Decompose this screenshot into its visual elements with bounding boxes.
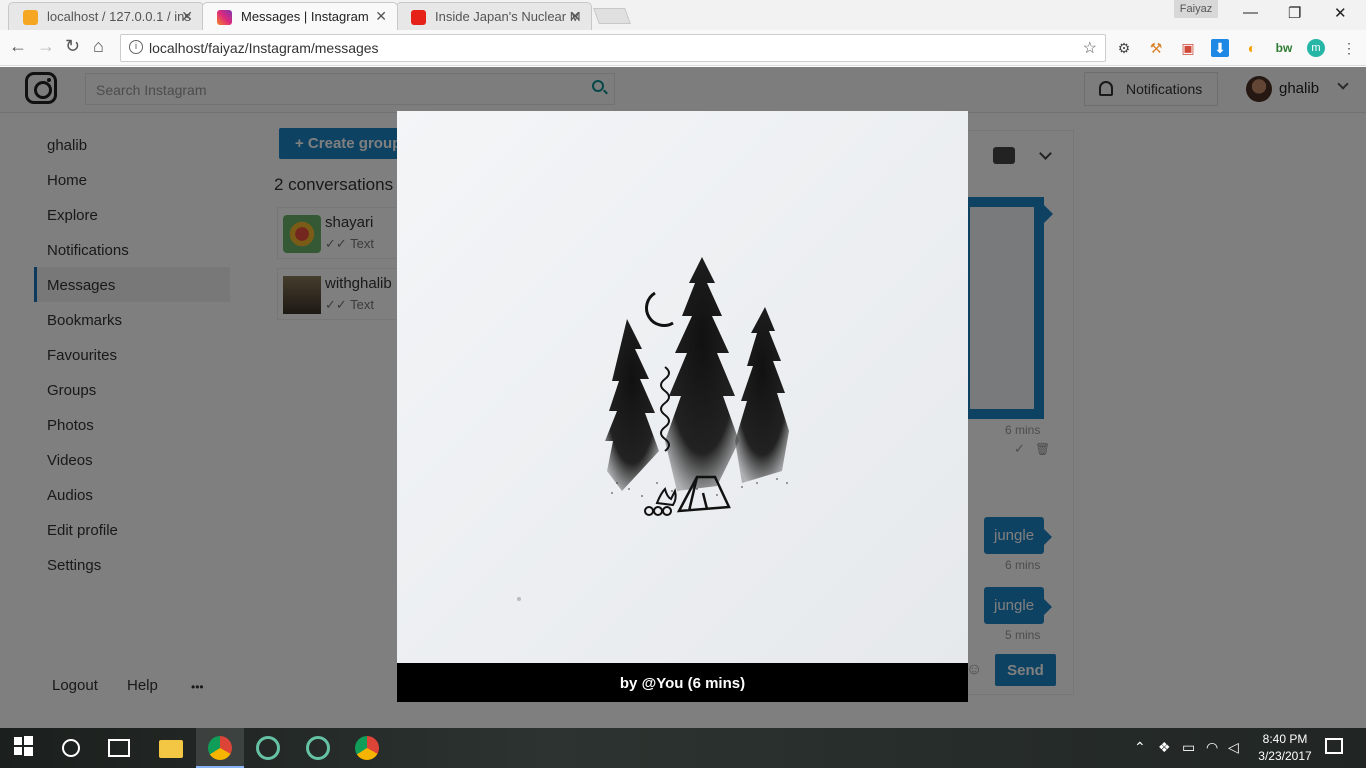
tab-instagram-messages[interactable]: Messages | Instagram ✕ [202, 2, 398, 30]
photo-caption: by @You (6 mins) [397, 663, 968, 702]
close-icon[interactable]: ✕ [569, 8, 581, 25]
atom-editor-icon[interactable] [256, 736, 280, 760]
youtube-icon [411, 10, 426, 25]
chrome-icon[interactable] [208, 736, 232, 760]
browser-toolbar: ← → ↻ ⌂ i localhost/faiyaz/Instagram/mes… [0, 30, 1366, 66]
pma-icon [23, 10, 38, 25]
maximize-icon[interactable]: ❐ [1288, 4, 1301, 22]
volume-icon[interactable]: ◁ [1228, 739, 1239, 756]
left-tree [605, 319, 659, 491]
minimize-icon[interactable]: — [1243, 4, 1258, 21]
cortana-icon[interactable] [62, 739, 80, 757]
forest-camp-drawing [517, 257, 789, 601]
close-icon[interactable]: ✕ [375, 8, 387, 25]
home-icon[interactable]: ⌂ [93, 36, 104, 57]
browser-menu-icon[interactable]: ⋮ [1340, 39, 1358, 57]
extension-window-icon[interactable]: ▣ [1179, 39, 1197, 57]
atom-editor-icon[interactable] [306, 736, 330, 760]
extension-m-icon[interactable]: m [1307, 39, 1325, 57]
windows-start-icon[interactable] [14, 736, 38, 760]
window-user-badge[interactable]: Faiyaz [1174, 0, 1218, 18]
center-tree [665, 257, 739, 491]
info-icon[interactable]: i [129, 40, 143, 54]
tab-title: localhost / 127.0.0.1 / ins [47, 9, 191, 24]
forward-icon[interactable]: → [37, 36, 55, 57]
browser-tab-bar: localhost / 127.0.0.1 / ins ✕ Messages |… [0, 0, 1366, 30]
tab-phpmyadmin[interactable]: localhost / 127.0.0.1 / ins ✕ [8, 2, 204, 30]
new-tab-button[interactable] [593, 8, 631, 24]
close-window-icon[interactable]: ✕ [1334, 4, 1347, 22]
tab-title: Inside Japan's Nuclear M [435, 9, 581, 24]
reload-icon[interactable]: ↻ [65, 36, 80, 57]
file-explorer-icon[interactable] [159, 740, 183, 758]
action-center-icon[interactable] [1325, 738, 1343, 754]
taskbar-clock[interactable]: 8:40 PM 3/23/2017 [1252, 731, 1318, 765]
back-icon[interactable]: ← [9, 36, 27, 57]
battery-icon[interactable]: ▭ [1182, 739, 1195, 756]
settings-gear-icon[interactable]: ⚙ [1115, 39, 1133, 57]
dropbox-icon[interactable]: ❖ [1158, 739, 1171, 756]
extension-bw-icon[interactable]: bw [1275, 39, 1293, 57]
image-viewer-modal: by @You (6 mins) [397, 111, 968, 702]
chrome-icon[interactable] [355, 736, 379, 760]
windows-taskbar: ⌃ ❖ ▭ ◠ ◁ [0, 728, 1366, 768]
bookmark-star-icon[interactable]: ☆ [1083, 38, 1097, 58]
instagram-icon [217, 10, 232, 25]
extension-hammer-icon[interactable]: ⚒ [1147, 39, 1165, 57]
extension-circle-icon[interactable]: ◐ [1243, 39, 1261, 57]
tab-title: Messages | Instagram [241, 9, 369, 24]
paper-speck [517, 597, 521, 601]
tray-overflow-icon[interactable]: ⌃ [1134, 739, 1146, 756]
clock-time: 8:40 PM [1262, 732, 1308, 746]
close-icon[interactable]: ✕ [181, 8, 193, 25]
download-icon[interactable]: ⬇ [1211, 39, 1229, 57]
right-tree [735, 307, 789, 483]
campfire-stones [644, 506, 672, 516]
tab-youtube[interactable]: Inside Japan's Nuclear M ✕ [396, 2, 592, 30]
clock-date: 3/23/2017 [1258, 749, 1312, 763]
photo-image [397, 111, 968, 663]
url-text: localhost/faiyaz/Instagram/messages [149, 40, 379, 56]
task-view-icon[interactable] [108, 739, 130, 757]
wifi-icon[interactable]: ◠ [1206, 739, 1218, 756]
address-bar[interactable]: i localhost/faiyaz/Instagram/messages ☆ [120, 34, 1106, 62]
moon [645, 291, 674, 327]
